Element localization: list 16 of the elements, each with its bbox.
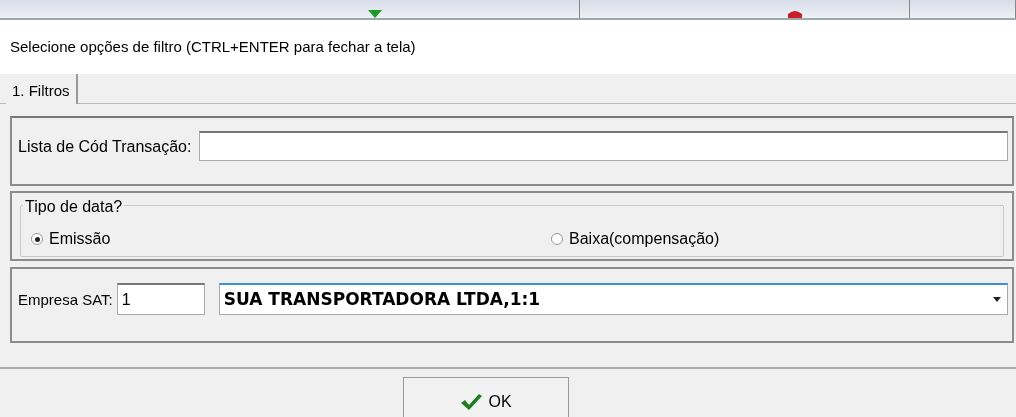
- field-label: Lista de Cód Transação:: [18, 137, 192, 157]
- checkmark-icon: [460, 392, 483, 411]
- triangle-icon: [368, 10, 382, 18]
- ok-button[interactable]: OK: [403, 377, 569, 417]
- toolbar-icon: [788, 11, 802, 18]
- input-field[interactable]: [199, 131, 1008, 161]
- radio-button[interactable]: [551, 233, 563, 245]
- tab[interactable]: 1. Filtros: [6, 74, 78, 104]
- input-field[interactable]: 1: [116, 283, 205, 315]
- window-title: Selecione opções de filtro (CTRL+ENTER para fechar a tela): [0, 20, 1016, 74]
- radio-label: Baixa(compensação): [569, 229, 720, 249]
- caret-icon: [993, 296, 1001, 303]
- dropdown[interactable]: SUA TRANSPORTADORA LTDA,1:1: [218, 283, 1008, 315]
- radio-button[interactable]: [31, 233, 43, 245]
- radio-label: Emissão: [49, 229, 111, 249]
- field-label: Empresa SAT:: [18, 290, 113, 310]
